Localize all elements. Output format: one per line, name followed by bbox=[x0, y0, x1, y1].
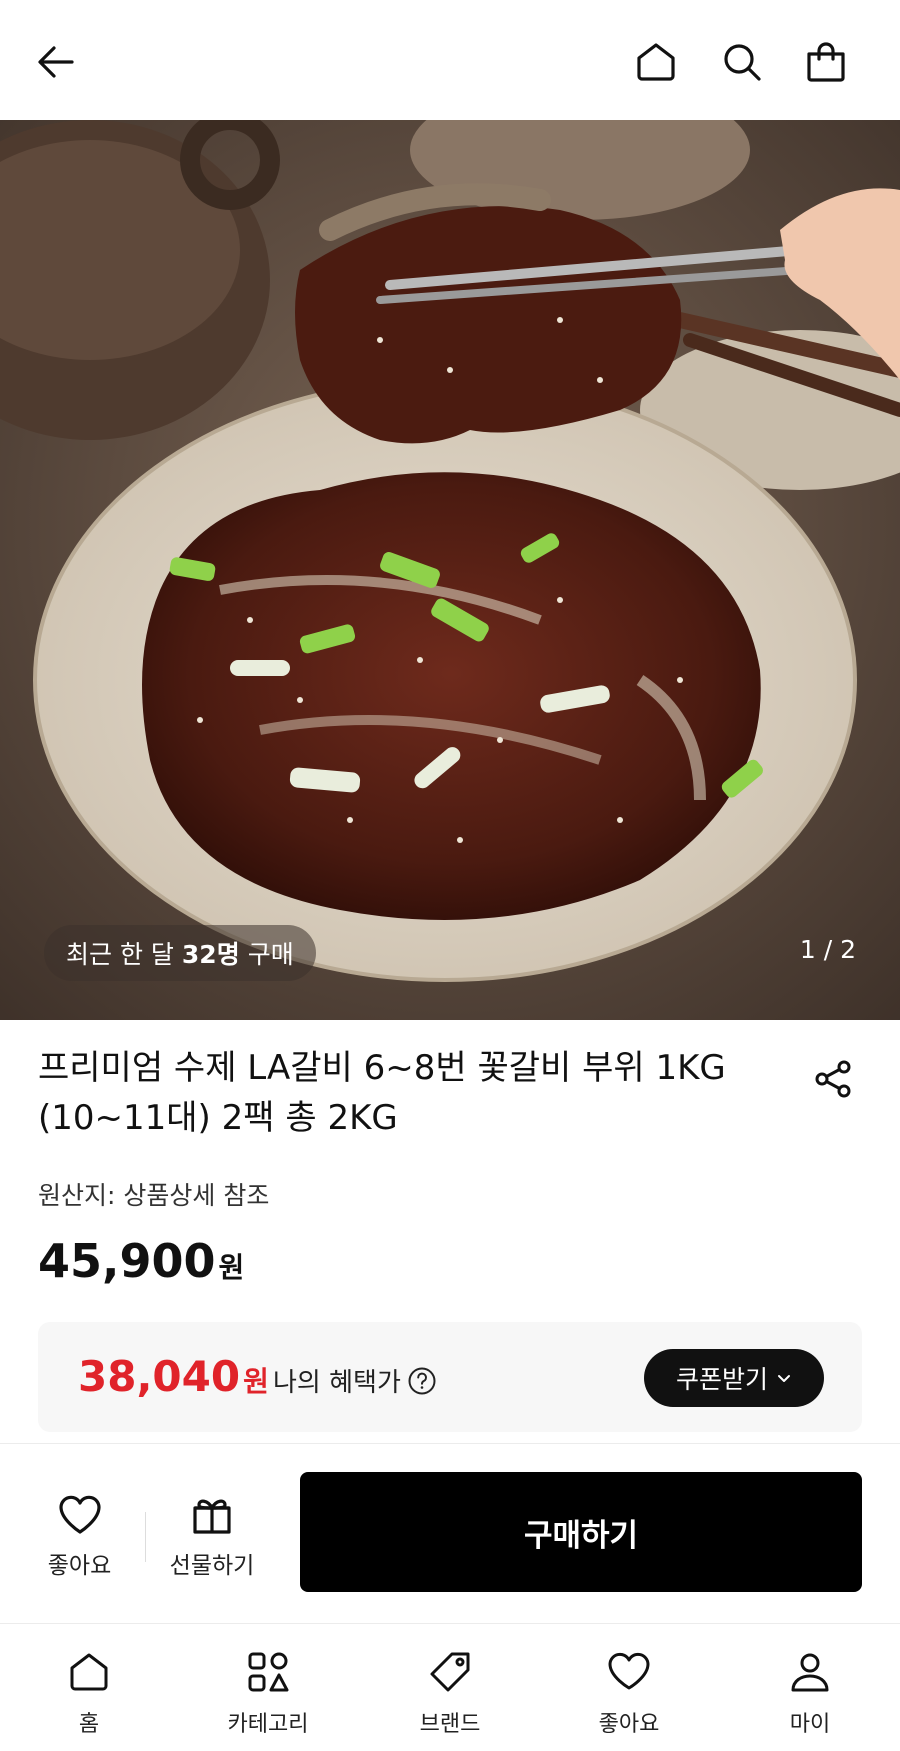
tag-icon bbox=[430, 1652, 470, 1692]
home-icon bbox=[70, 1653, 108, 1691]
question-icon[interactable] bbox=[407, 1366, 437, 1396]
home-button[interactable] bbox=[626, 32, 686, 92]
tab-category[interactable]: 카테고리 bbox=[193, 1648, 343, 1738]
original-price: 45,900 원 bbox=[38, 1234, 244, 1288]
user-icon bbox=[791, 1653, 829, 1692]
bottom-nav: 홈 카테고리 브랜드 좋아요 마이 bbox=[0, 1623, 900, 1751]
cart-button[interactable] bbox=[796, 32, 856, 92]
share-icon bbox=[815, 1060, 851, 1098]
tab-label: 브랜드 bbox=[419, 1712, 481, 1737]
back-button[interactable] bbox=[26, 32, 86, 92]
product-title: 프리미엄 수제 LA갈비 6~8번 꽃갈비 부위 1KG (10~11대) 2팩… bbox=[38, 1048, 726, 1138]
tab-likes[interactable]: 좋아요 bbox=[554, 1648, 704, 1738]
benefit-price-unit: 원 bbox=[243, 1365, 269, 1398]
like-button[interactable]: 좋아요 bbox=[42, 1490, 117, 1580]
benefit-label: 나의 혜택가 bbox=[273, 1362, 437, 1399]
origin-info: 원산지: 상품상세 참조 bbox=[38, 1181, 270, 1210]
benefit-price: 38,040 원 bbox=[78, 1352, 269, 1401]
shopping-bag-icon bbox=[807, 42, 845, 82]
buy-button[interactable]: 구매하기 bbox=[300, 1472, 862, 1592]
gift-label: 선물하기 bbox=[169, 1553, 255, 1579]
recent-purchase-badge: 최근 한 달 32명 구매 bbox=[44, 925, 316, 981]
tab-label: 홈 bbox=[78, 1712, 100, 1737]
tab-label: 카테고리 bbox=[227, 1712, 309, 1737]
product-image-carousel[interactable]: 최근 한 달 32명 구매 1 / 2 bbox=[0, 120, 900, 1020]
heart-icon bbox=[58, 1495, 101, 1534]
original-price-unit: 원 bbox=[218, 1251, 245, 1284]
recent-purchase-count: 32명 bbox=[181, 940, 240, 969]
image-page-indicator: 1 / 2 bbox=[799, 935, 856, 964]
tab-brand[interactable]: 브랜드 bbox=[375, 1648, 525, 1738]
benefit-price-box: 38,040 원 나의 혜택가 쿠폰받기 bbox=[38, 1322, 862, 1432]
category-icon bbox=[248, 1652, 289, 1692]
gift-icon bbox=[193, 1499, 231, 1534]
benefit-price-value: 38,040 bbox=[78, 1352, 241, 1401]
heart-icon bbox=[608, 1652, 650, 1690]
coupon-download-button[interactable]: 쿠폰받기 bbox=[644, 1349, 824, 1407]
recent-purchase-prefix: 최근 한 달 bbox=[66, 940, 174, 969]
tab-home[interactable]: 홈 bbox=[14, 1648, 164, 1738]
recent-purchase-suffix: 구매 bbox=[247, 940, 294, 969]
arrow-left-icon bbox=[38, 46, 74, 78]
home-icon bbox=[637, 43, 675, 81]
top-header bbox=[0, 0, 900, 120]
search-icon bbox=[724, 44, 761, 81]
gift-button[interactable]: 선물하기 bbox=[162, 1490, 262, 1580]
coupon-button-label: 쿠폰받기 bbox=[675, 1365, 768, 1394]
product-photo bbox=[0, 120, 900, 1020]
tab-label: 마이 bbox=[789, 1712, 831, 1737]
original-price-value: 45,900 bbox=[38, 1234, 216, 1288]
purchase-bar: 좋아요 선물하기 구매하기 bbox=[0, 1443, 900, 1623]
tab-my[interactable]: 마이 bbox=[735, 1648, 885, 1738]
chevron-down-icon bbox=[778, 1375, 790, 1382]
share-button[interactable] bbox=[806, 1052, 860, 1106]
benefit-label-text: 나의 혜택가 bbox=[273, 1368, 401, 1398]
action-divider bbox=[145, 1512, 146, 1562]
tab-label: 좋아요 bbox=[598, 1712, 660, 1737]
like-label: 좋아요 bbox=[47, 1553, 112, 1579]
search-button[interactable] bbox=[712, 32, 772, 92]
